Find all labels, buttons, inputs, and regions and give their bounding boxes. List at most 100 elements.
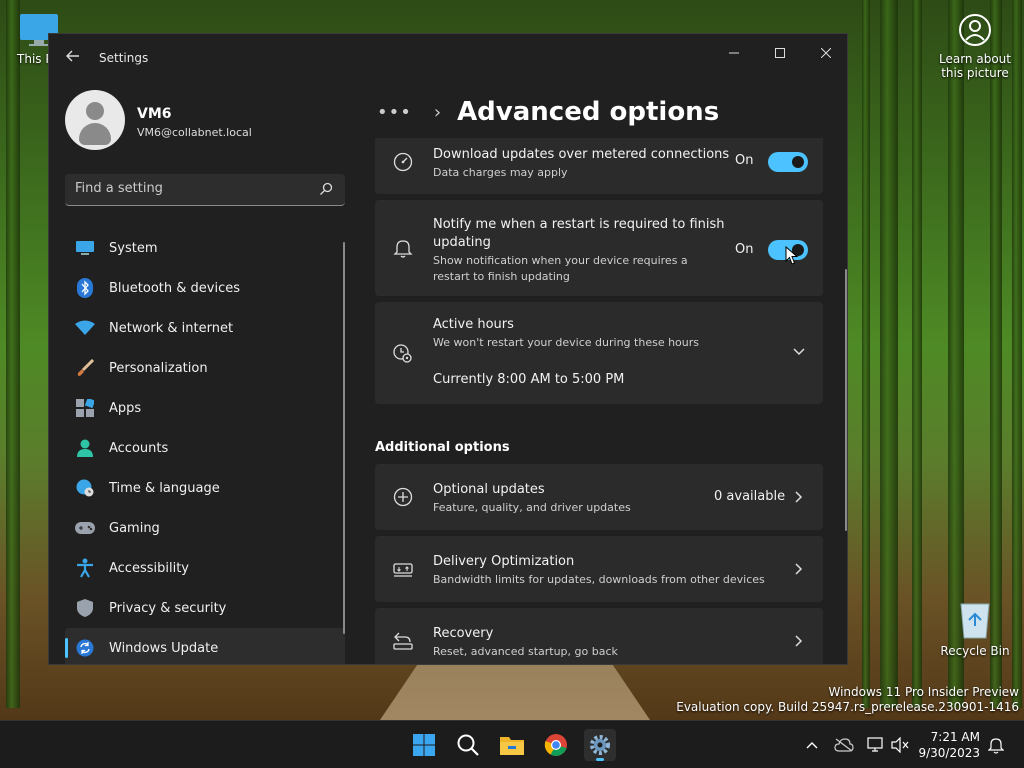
- card-title: Active hours: [433, 317, 514, 332]
- clock-settings-icon: [393, 344, 412, 363]
- card-subtitle: Bandwidth limits for updates, downloads …: [433, 573, 765, 586]
- sidebar-item-privacy-security[interactable]: Privacy & security: [65, 588, 345, 628]
- search-input[interactable]: [75, 181, 305, 196]
- active-hours-card[interactable]: Active hours We won't restart your devic…: [375, 302, 823, 404]
- network-tray-icon[interactable]: [866, 735, 886, 755]
- volume-tray-icon[interactable]: [890, 735, 910, 755]
- sidebar-item-label: Gaming: [109, 520, 160, 536]
- recovery-card[interactable]: Recovery Reset, advanced startup, go bac…: [375, 608, 823, 664]
- folder-icon: [500, 737, 524, 755]
- sidebar-item-label: Network & internet: [109, 320, 234, 336]
- sidebar-item-bluetooth[interactable]: Bluetooth & devices: [65, 268, 345, 308]
- sidebar-item-accounts[interactable]: Accounts: [65, 428, 345, 468]
- sidebar-item-label: Accounts: [109, 440, 169, 456]
- minimize-button[interactable]: [711, 38, 757, 70]
- window-title: Settings: [99, 51, 149, 65]
- sidebar-item-label: Personalization: [109, 360, 208, 376]
- recovery-icon: [393, 632, 413, 650]
- card-subtitle-line2: restart to finish updating: [433, 270, 570, 283]
- sidebar-item-windows-update[interactable]: Windows Update: [65, 628, 345, 664]
- clock-time: 7:21 AM: [930, 730, 980, 744]
- delivery-optimization-card[interactable]: Delivery Optimization Bandwidth limits f…: [375, 536, 823, 602]
- metered-toggle[interactable]: [768, 152, 808, 172]
- chrome-button[interactable]: [540, 729, 572, 761]
- taskbar-clock[interactable]: 7:21 AM 9/30/2023: [918, 729, 980, 761]
- mouse-cursor-icon: [785, 246, 799, 265]
- search-icon: [457, 734, 479, 756]
- card-subtitle: Feature, quality, and driver updates: [433, 501, 631, 514]
- card-title: Recovery: [433, 626, 494, 641]
- settings-app-button[interactable]: [584, 729, 616, 761]
- delivery-icon: [393, 563, 413, 577]
- card-title: Delivery Optimization: [433, 554, 575, 569]
- gamepad-icon: [75, 518, 95, 538]
- sidebar-scrollbar[interactable]: [343, 242, 345, 634]
- sidebar-item-network[interactable]: Network & internet: [65, 308, 345, 348]
- card-subtitle: We won't restart your device during thes…: [433, 336, 700, 349]
- search-box[interactable]: [65, 174, 345, 206]
- globe-clock-icon: [75, 478, 95, 498]
- taskbar-search-button[interactable]: [452, 729, 484, 761]
- plus-circle-icon: [393, 487, 413, 507]
- update-icon: [75, 638, 95, 658]
- sidebar-item-label: Accessibility: [109, 560, 189, 576]
- sidebar-item-label: Time & language: [109, 480, 220, 496]
- recycle-bin-icon: [955, 598, 995, 640]
- sidebar-item-gaming[interactable]: Gaming: [65, 508, 345, 548]
- active-hours-value: Currently 8:00 AM to 5:00 PM: [433, 372, 625, 387]
- start-button[interactable]: [408, 729, 440, 761]
- show-hidden-icons-button[interactable]: [802, 735, 822, 755]
- shield-icon: [75, 598, 95, 618]
- content-scrollbar[interactable]: [845, 269, 847, 531]
- desktop-icon-recycle-bin[interactable]: Recycle Bin: [940, 598, 1010, 658]
- sidebar-item-label: Bluetooth & devices: [109, 280, 240, 296]
- back-arrow-icon[interactable]: [63, 48, 83, 68]
- sidebar-item-label: Apps: [109, 400, 142, 416]
- settings-window: Settings VM6 VM6@collabnet.local System …: [48, 33, 848, 665]
- chevron-up-icon: [806, 742, 818, 749]
- notify-restart-card[interactable]: Notify me when a restart is required to …: [375, 200, 823, 296]
- sidebar-item-time-language[interactable]: Time & language: [65, 468, 345, 508]
- bluetooth-icon: [75, 278, 95, 298]
- breadcrumb-overflow-button[interactable]: •••: [377, 102, 412, 123]
- evaluation-watermark: Windows 11 Pro Insider Preview Evaluatio…: [676, 685, 1019, 715]
- optional-updates-card[interactable]: Optional updates Feature, quality, and d…: [375, 464, 823, 530]
- learn-label: Learn about this picture: [939, 52, 1011, 80]
- profile-name: VM6: [137, 106, 172, 122]
- recycle-bin-label: Recycle Bin: [940, 644, 1010, 658]
- person-icon: [75, 438, 95, 458]
- minimize-icon: [729, 52, 739, 54]
- accessibility-icon: [75, 558, 95, 578]
- learn-about-picture[interactable]: Learn about this picture: [938, 12, 1012, 80]
- network-monitor-icon: [867, 737, 883, 752]
- cloud-icon: [834, 738, 854, 752]
- wifi-icon: [75, 318, 95, 338]
- close-button[interactable]: [803, 38, 847, 70]
- clock-date: 9/30/2023: [918, 746, 980, 760]
- gear-icon: [590, 735, 610, 755]
- sidebar-item-personalization[interactable]: Personalization: [65, 348, 345, 388]
- chevron-down-icon[interactable]: [793, 348, 805, 356]
- metered-connections-card[interactable]: Download updates over metered connection…: [375, 138, 823, 194]
- card-title: Optional updates: [433, 482, 545, 497]
- notifications-button[interactable]: [986, 735, 1006, 755]
- sidebar-item-apps[interactable]: Apps: [65, 388, 345, 428]
- sidebar-item-accessibility[interactable]: Accessibility: [65, 548, 345, 588]
- file-explorer-button[interactable]: [496, 729, 528, 761]
- onedrive-tray-icon[interactable]: [834, 735, 854, 755]
- card-subtitle-line1: Show notification when your device requi…: [433, 254, 688, 267]
- sidebar-item-system[interactable]: System: [65, 228, 345, 268]
- title-bar: Settings: [49, 34, 847, 82]
- avatar: [65, 90, 125, 150]
- watermark-line2: Evaluation copy. Build 25947.rs_prerelea…: [676, 700, 1019, 714]
- maximize-button[interactable]: [757, 38, 803, 70]
- bell-icon: [393, 240, 413, 258]
- bell-icon: [988, 738, 1004, 754]
- search-icon[interactable]: [319, 182, 333, 196]
- maximize-icon: [775, 48, 785, 58]
- brush-icon: [75, 358, 95, 378]
- sidebar-item-label: Privacy & security: [109, 600, 227, 616]
- optional-updates-count: 0 available: [714, 489, 786, 504]
- card-title-line1: Notify me when a restart is required to …: [433, 217, 725, 232]
- breadcrumb: ••• › Advanced options: [377, 94, 719, 130]
